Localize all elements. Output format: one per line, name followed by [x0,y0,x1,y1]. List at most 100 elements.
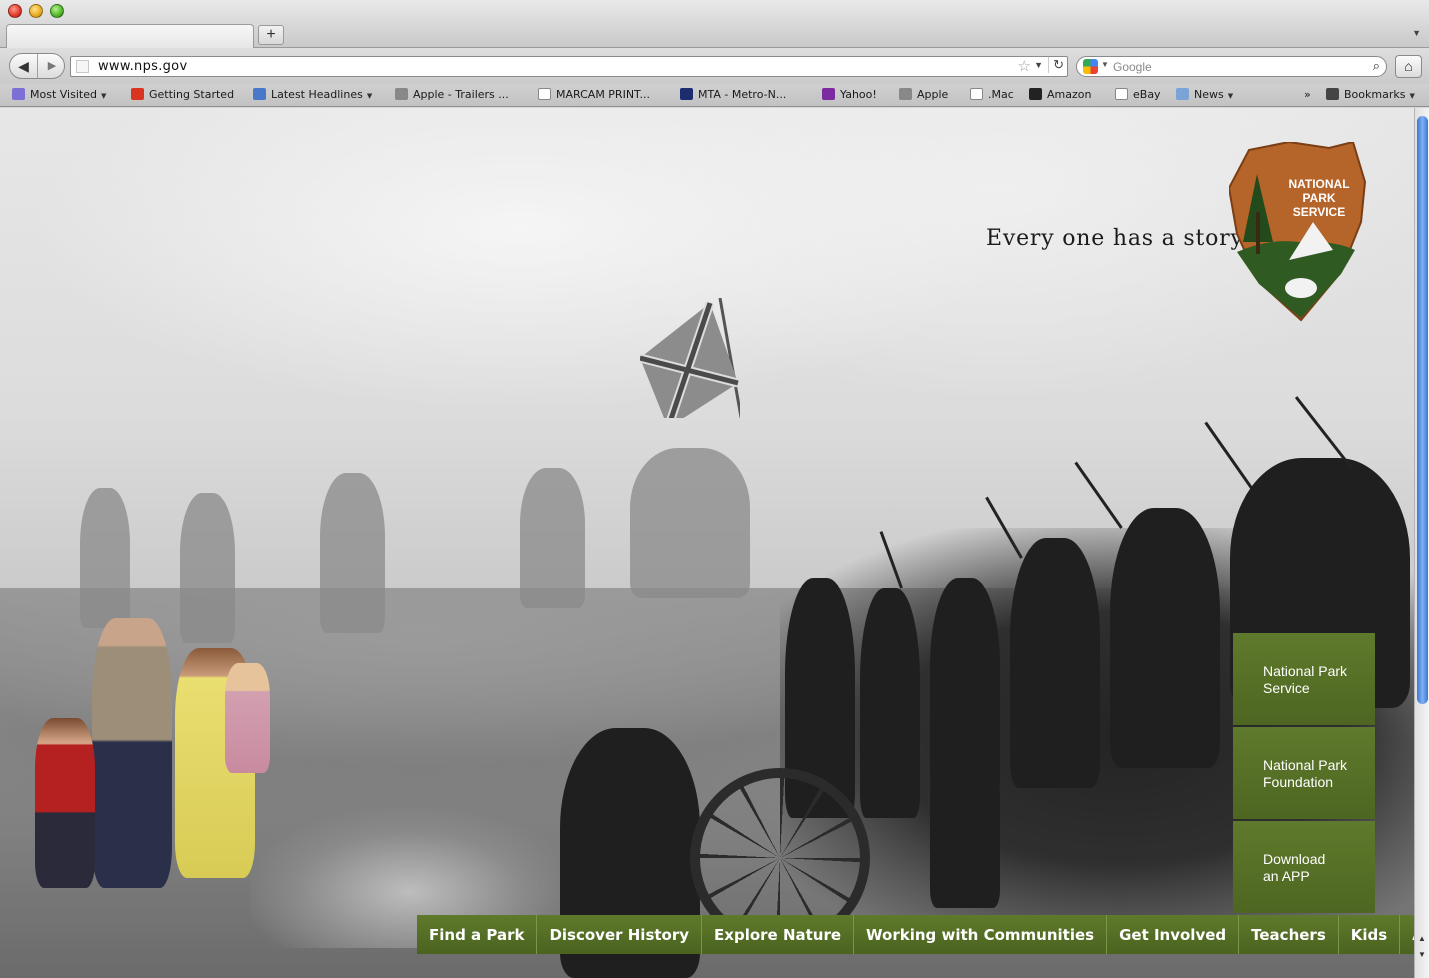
bookmark-item[interactable]: Most Visited ▼ [12,88,106,101]
foundation-panel-link[interactable]: National Park Foundation [1233,727,1375,819]
bookmark-item[interactable]: Latest Headlines ▼ [253,88,372,101]
site-favicon-icon [76,60,89,73]
mta-icon [680,88,693,100]
forward-button[interactable]: ▶ [40,54,64,78]
bookmark-item[interactable]: MTA - Metro-N... [680,88,786,101]
tab-list-dropdown-icon[interactable]: ▼ [1412,28,1421,38]
bookmark-label: MARCAM PRINT... [556,88,650,101]
panel-line-1: Download [1263,851,1326,867]
nav-working-with-communities[interactable]: Working with Communities [854,915,1108,954]
close-window-button[interactable] [8,4,22,18]
bookmarks-menu-label: Bookmarks [1344,88,1406,101]
new-tab-button[interactable]: + [258,25,284,45]
nps-panel-link[interactable]: National Park Service [1233,633,1375,725]
chevron-down-icon: ▼ [100,92,107,100]
folder-icon [1176,88,1189,100]
union-soldier-figure [1110,508,1220,768]
bookmark-label: Getting Started [149,88,235,101]
bookmark-label: eBay [1133,88,1161,101]
bookmarks-overflow-chevron[interactable]: » [1304,88,1311,101]
logo-line-2: PARK [1302,191,1335,205]
browser-title-bar: + ▼ [0,0,1429,48]
engine-dropdown-icon[interactable]: ▼ [1101,60,1109,69]
panel-line-2: an APP [1263,868,1310,884]
main-navigation: Find a Park Discover History Explore Nat… [417,915,1414,954]
bookmark-item[interactable]: .Mac [970,88,1014,101]
chevron-down-icon: ▼ [1227,92,1234,100]
charging-soldier-figure [520,468,585,608]
search-input[interactable]: Google [1113,60,1152,74]
bookmark-item[interactable]: MARCAM PRINT... [538,88,650,101]
nav-discover-history[interactable]: Discover History [537,915,703,954]
bookmark-item[interactable]: Apple [899,88,948,101]
bookmark-label: Apple [917,88,949,101]
scroll-up-arrow-icon[interactable]: ▲ [1418,934,1426,943]
bookmark-label: MTA - Metro-N... [698,88,787,101]
scroll-down-arrow-icon[interactable]: ▼ [1418,950,1426,959]
reload-icon[interactable]: ↻ [1048,57,1064,73]
union-soldier-figure [860,588,920,818]
bookmark-label: .Mac [988,88,1014,101]
bookmarks-star-icon [1326,88,1339,100]
page-icon [1115,88,1128,100]
bookmark-item[interactable]: News ▼ [1176,88,1233,101]
bookmark-label: Apple - Trailers ... [413,88,509,101]
charging-soldier-figure [80,488,130,628]
panel-line-2: Service [1263,680,1310,696]
search-magnifier-icon[interactable]: ⌕ [1373,58,1380,74]
minimize-window-button[interactable] [29,4,43,18]
bookmark-item[interactable]: Getting Started [131,88,234,101]
tagline-text: Every one has a story. [986,226,1249,251]
vertical-scrollbar[interactable]: ▲ ▼ [1414,108,1429,978]
side-link-panels: National Park Service National Park Foun… [1233,633,1375,915]
nps-arrowhead-logo[interactable]: NATIONAL PARK SERVICE [1229,142,1367,322]
charging-soldier-figure [630,448,750,598]
bookmark-label: Yahoo! [840,88,877,101]
page-icon [538,88,551,100]
bookmark-item[interactable]: Apple - Trailers ... [395,88,509,101]
family-father-figure [92,618,172,888]
nps-home-page: Every one has a story. NATIONAL PARK SER… [0,108,1414,978]
rifle-shape [1074,461,1123,529]
search-box[interactable]: ▼ Google ⌕ [1076,56,1387,77]
url-text[interactable]: www.nps.gov [98,59,187,74]
navigation-toolbar: ◀ ▶ www.nps.gov ☆ ▼ ↻ ▼ Google ⌕ ⌂ [0,48,1429,84]
bookmark-star-icon[interactable]: ☆ [1018,57,1031,75]
google-engine-icon[interactable] [1083,59,1098,74]
family-girl-figure [225,663,270,773]
zoom-window-button[interactable] [50,4,64,18]
apple-icon [899,88,912,100]
back-forward-group: ◀ ▶ [9,53,65,79]
nav-about-us[interactable]: About Us [1400,915,1414,954]
smart-folder-icon [12,88,25,100]
address-bar[interactable]: www.nps.gov ☆ ▼ ↻ [70,56,1068,77]
apple-icon [395,88,408,100]
bookmark-item[interactable]: Yahoo! [822,88,877,101]
family-boy-figure [35,718,95,888]
history-dropdown-icon[interactable]: ▼ [1034,60,1043,70]
nav-kids[interactable]: Kids [1338,915,1401,954]
panel-line-1: National Park [1263,663,1348,679]
bookmark-item[interactable]: Amazon [1029,88,1091,101]
rss-feed-icon [253,88,266,100]
page-icon [970,88,983,100]
firefox-icon [131,88,144,100]
back-button[interactable]: ◀ [10,54,38,78]
union-soldier-figure [1010,538,1100,788]
bookmark-label: Latest Headlines [271,88,363,101]
home-button[interactable]: ⌂ [1395,55,1422,78]
nav-find-a-park[interactable]: Find a Park [417,915,538,954]
nav-get-involved[interactable]: Get Involved [1107,915,1240,954]
browser-tab-active[interactable] [6,24,254,48]
artillery-soldier-figure [930,728,1000,908]
nav-explore-nature[interactable]: Explore Nature [702,915,855,954]
bookmark-item[interactable]: eBay [1115,88,1161,101]
nav-teachers[interactable]: Teachers [1239,915,1339,954]
bookmarks-toolbar: » Bookmarks ▼ Most Visited ▼ Getting Starte… [0,84,1429,107]
download-app-panel-link[interactable]: Download an APP [1233,821,1375,913]
panel-line-2: Foundation [1263,774,1334,790]
charging-soldier-figure [180,493,235,643]
bookmarks-menu-button[interactable]: Bookmarks ▼ [1326,88,1415,101]
battle-flag-image [640,298,740,418]
scrollbar-thumb[interactable] [1417,116,1428,704]
